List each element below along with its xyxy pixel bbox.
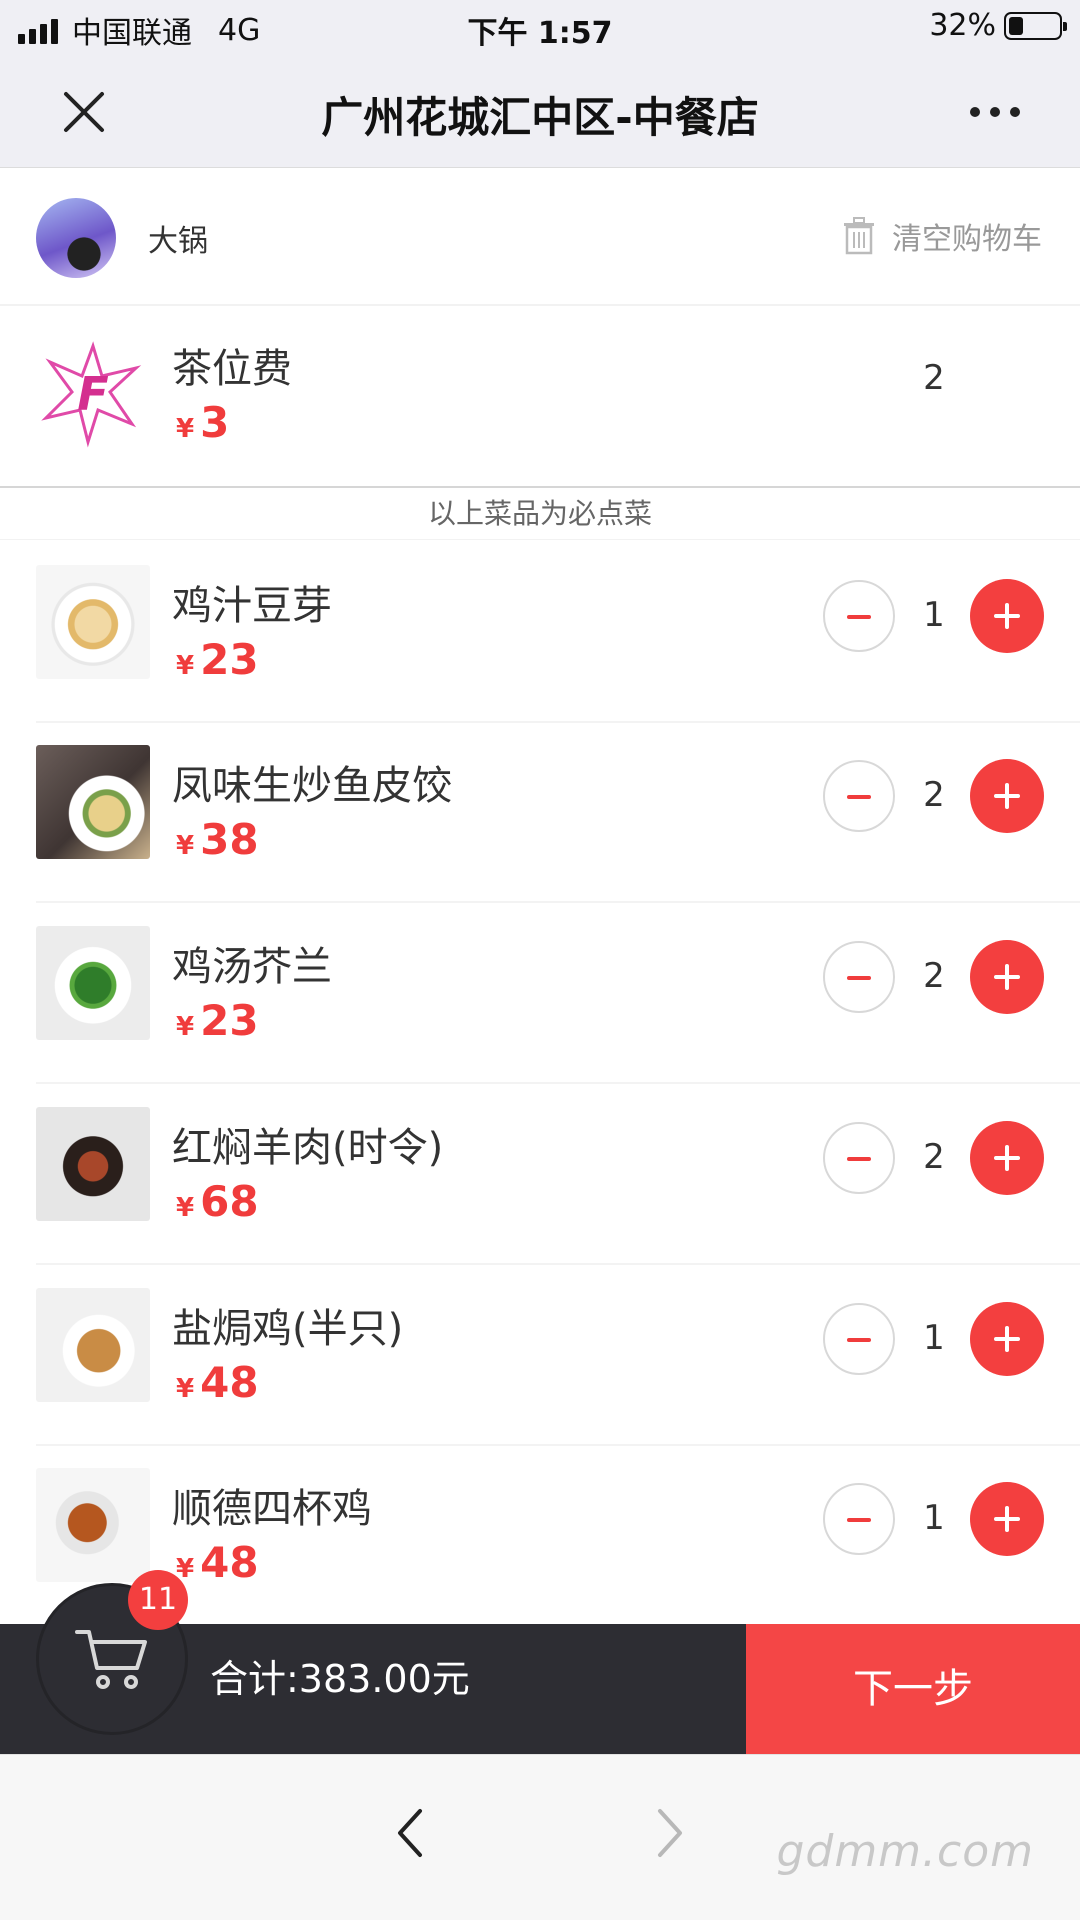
user-name: 大锅 bbox=[148, 224, 208, 259]
page-title: 广州花城汇中区-中餐店 bbox=[321, 93, 759, 142]
increase-quantity-button[interactable] bbox=[970, 579, 1044, 653]
item-price-value: 38 bbox=[200, 815, 259, 864]
item-name: 茶位费 bbox=[172, 346, 292, 392]
item-price-value: 23 bbox=[200, 996, 259, 1045]
item-price: ¥68 bbox=[176, 1177, 259, 1226]
item-quantity: 2 bbox=[923, 956, 945, 996]
item-price: ¥23 bbox=[176, 996, 259, 1045]
item-name: 顺德四杯鸡 bbox=[172, 1486, 372, 1532]
item-name: 红焖羊肉(时令) bbox=[172, 1125, 444, 1171]
avatar bbox=[36, 198, 116, 278]
svg-text:F: F bbox=[77, 367, 108, 421]
item-price: ¥48 bbox=[176, 1358, 259, 1407]
item-price: ¥48 bbox=[176, 1538, 259, 1587]
shopping-cart-icon bbox=[75, 1630, 147, 1689]
item-price-value: 48 bbox=[200, 1358, 259, 1407]
item-quantity: 1 bbox=[923, 595, 945, 635]
required-item-row: F 茶位费 ¥3 2 bbox=[0, 306, 1080, 488]
row-divider bbox=[36, 901, 1080, 903]
battery-icon bbox=[1004, 11, 1067, 40]
clear-cart-button[interactable]: 清空购物车 bbox=[842, 214, 1042, 258]
nav-bar: 广州花城汇中区-中餐店 bbox=[0, 56, 1080, 168]
cart-item-row: 凤味生炒鱼皮饺 ¥38 2 bbox=[0, 723, 1080, 903]
currency-symbol: ¥ bbox=[176, 1374, 195, 1404]
item-name: 鸡汤芥兰 bbox=[172, 944, 332, 990]
decrease-quantity-button[interactable] bbox=[823, 580, 895, 652]
increase-quantity-button[interactable] bbox=[970, 940, 1044, 1014]
decrease-quantity-button[interactable] bbox=[823, 1483, 895, 1555]
increase-quantity-button[interactable] bbox=[970, 1121, 1044, 1195]
clear-cart-label: 清空购物车 bbox=[892, 222, 1042, 257]
item-quantity: 2 bbox=[923, 358, 945, 398]
item-quantity: 1 bbox=[923, 1498, 945, 1538]
item-name: 鸡汁豆芽 bbox=[172, 583, 332, 629]
cart-item-row: 盐焗鸡(半只) ¥48 1 bbox=[0, 1266, 1080, 1446]
item-price: ¥3 bbox=[176, 398, 229, 447]
currency-symbol: ¥ bbox=[176, 651, 195, 681]
dish-photo bbox=[36, 565, 150, 679]
more-dots-icon[interactable] bbox=[968, 90, 1022, 134]
dish-photo bbox=[36, 745, 150, 859]
item-price-value: 48 bbox=[200, 1538, 259, 1587]
item-price-value: 23 bbox=[200, 635, 259, 684]
next-step-button[interactable]: 下一步 bbox=[746, 1624, 1080, 1754]
item-price-value: 68 bbox=[200, 1177, 259, 1226]
status-right: 32% bbox=[929, 8, 1067, 43]
item-price-value: 3 bbox=[200, 398, 230, 447]
increase-quantity-button[interactable] bbox=[970, 759, 1044, 833]
back-arrow-icon[interactable] bbox=[390, 1805, 430, 1861]
cart-total: 合计:383.00元 bbox=[210, 1657, 470, 1701]
battery-percent: 32% bbox=[929, 8, 996, 43]
cart-item-row: 鸡汁豆芽 ¥23 1 bbox=[0, 543, 1080, 723]
dish-photo bbox=[36, 1107, 150, 1221]
user-row: 大锅 清空购物车 bbox=[0, 168, 1080, 306]
trash-icon bbox=[844, 217, 874, 255]
shop-logo-icon: F bbox=[36, 338, 150, 452]
item-quantity: 2 bbox=[923, 1137, 945, 1177]
item-quantity: 2 bbox=[923, 775, 945, 815]
cart-item-row: 鸡汤芥兰 ¥23 2 bbox=[0, 904, 1080, 1084]
status-time: 下午 1:57 bbox=[467, 16, 613, 51]
row-divider bbox=[36, 1082, 1080, 1084]
currency-symbol: ¥ bbox=[176, 414, 195, 444]
status-bar: 中国联通 4G 下午 1:57 32% bbox=[0, 0, 1080, 56]
increase-quantity-button[interactable] bbox=[970, 1302, 1044, 1376]
item-quantity: 1 bbox=[923, 1318, 945, 1358]
currency-symbol: ¥ bbox=[176, 1193, 195, 1223]
dish-photo bbox=[36, 1288, 150, 1402]
forward-arrow-icon[interactable] bbox=[650, 1805, 690, 1861]
item-price: ¥23 bbox=[176, 635, 259, 684]
required-items-note: 以上菜品为必点菜 bbox=[0, 488, 1080, 540]
increase-quantity-button[interactable] bbox=[970, 1482, 1044, 1556]
item-name: 盐焗鸡(半只) bbox=[172, 1306, 404, 1352]
decrease-quantity-button[interactable] bbox=[823, 1303, 895, 1375]
dish-photo bbox=[36, 926, 150, 1040]
item-price: ¥38 bbox=[176, 815, 259, 864]
dish-photo bbox=[36, 1468, 150, 1582]
decrease-quantity-button[interactable] bbox=[823, 941, 895, 1013]
cart-count-badge: 11 bbox=[128, 1570, 188, 1630]
currency-symbol: ¥ bbox=[176, 1012, 195, 1042]
decrease-quantity-button[interactable] bbox=[823, 760, 895, 832]
currency-symbol: ¥ bbox=[176, 831, 195, 861]
decrease-quantity-button[interactable] bbox=[823, 1122, 895, 1194]
item-name: 凤味生炒鱼皮饺 bbox=[172, 763, 452, 809]
cart-item-row: 红焖羊肉(时令) ¥68 2 bbox=[0, 1085, 1080, 1265]
row-divider bbox=[36, 1263, 1080, 1265]
watermark: gdmm.com bbox=[776, 1826, 1034, 1877]
